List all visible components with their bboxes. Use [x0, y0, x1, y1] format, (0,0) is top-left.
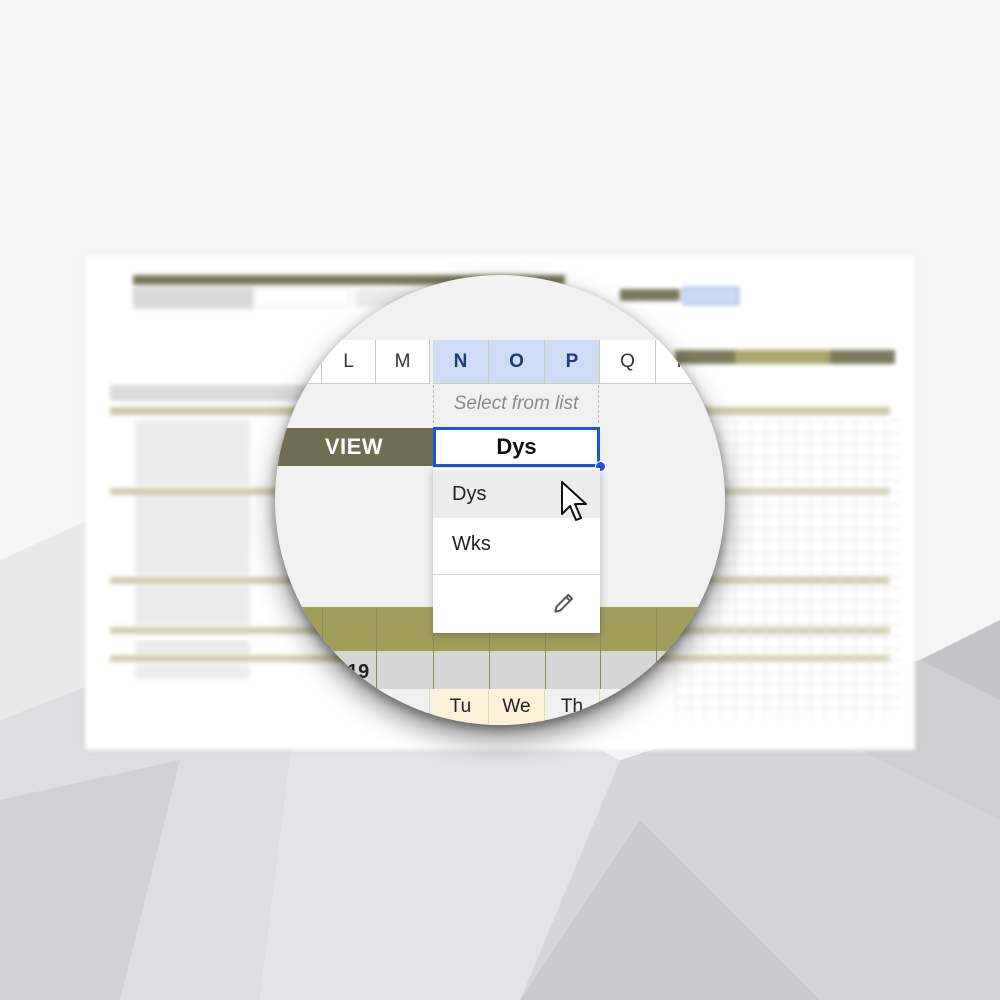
mouse-pointer-icon [561, 481, 587, 521]
view-select-cell[interactable]: Dys [433, 427, 600, 467]
year-label: 19 [347, 661, 370, 683]
column-header-l[interactable]: L [322, 340, 376, 384]
pencil-icon [554, 593, 574, 613]
column-header-m[interactable]: M [376, 340, 430, 384]
column-header-p[interactable]: P [545, 340, 600, 384]
gray-header-band [275, 651, 725, 689]
day-cell-we: We [489, 689, 545, 725]
select-from-list-hint: Select from list [433, 385, 599, 423]
column-header-n[interactable]: N [433, 340, 489, 384]
column-header-r[interactable]: R [656, 340, 712, 384]
day-cell-tu: Tu [433, 689, 489, 725]
magnifier-lens: L M N O P Q R Select from list VIEW Dys … [275, 275, 725, 725]
day-cell-blank [376, 689, 430, 725]
column-header-q[interactable]: Q [600, 340, 656, 384]
column-header-k[interactable] [275, 340, 322, 384]
edit-options-button[interactable] [547, 586, 581, 620]
day-cell-th: Th [545, 689, 600, 725]
dropdown-divider [433, 574, 600, 575]
column-header-o[interactable]: O [489, 340, 545, 384]
dropdown-option-wks[interactable]: Wks [433, 520, 600, 568]
view-label: VIEW [275, 428, 433, 466]
